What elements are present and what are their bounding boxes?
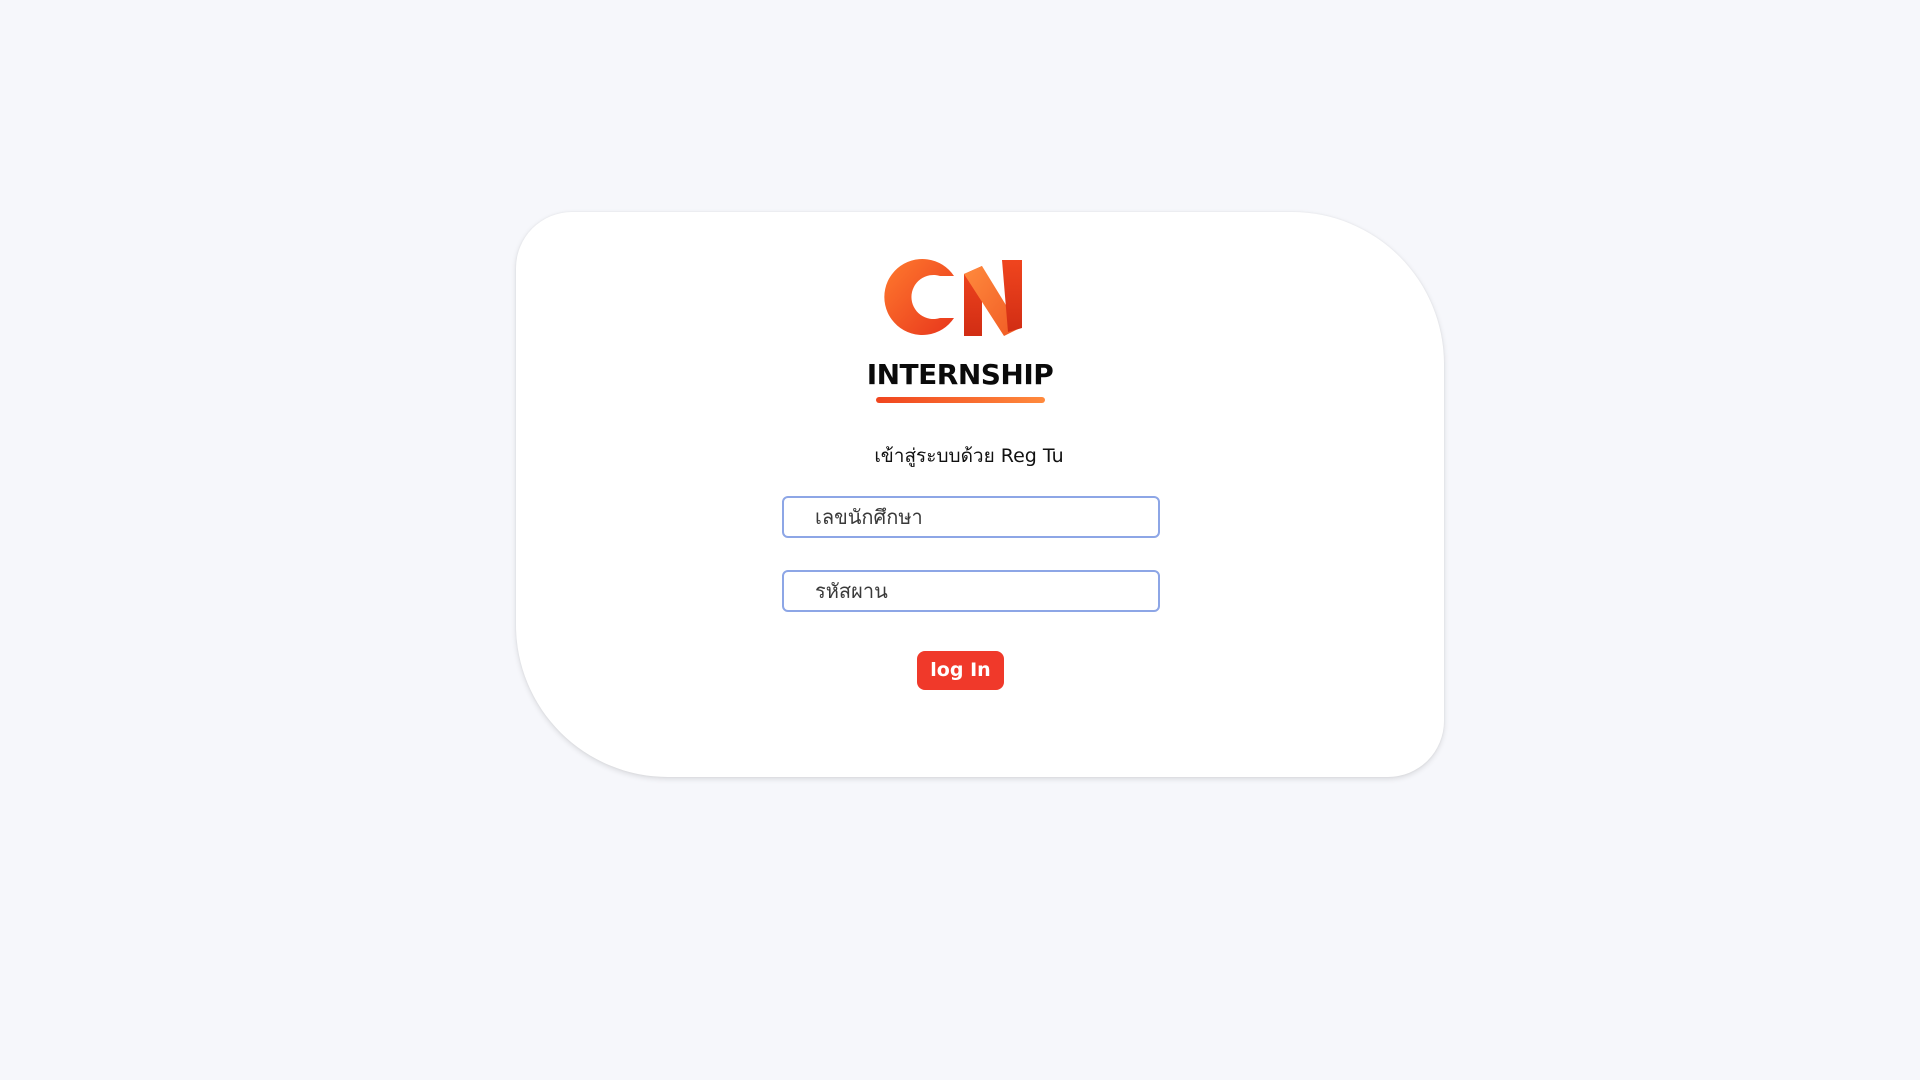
password-input[interactable] (782, 570, 1160, 612)
cn-logo (884, 259, 1022, 336)
brand-title: INTERNSHIP (866, 358, 1054, 391)
login-button[interactable]: log In (917, 651, 1004, 690)
login-subtitle: เข้าสู่ระบบด้วย Reg Tu (874, 445, 1064, 467)
brand-underline (876, 397, 1045, 403)
student-id-input[interactable] (782, 496, 1160, 538)
